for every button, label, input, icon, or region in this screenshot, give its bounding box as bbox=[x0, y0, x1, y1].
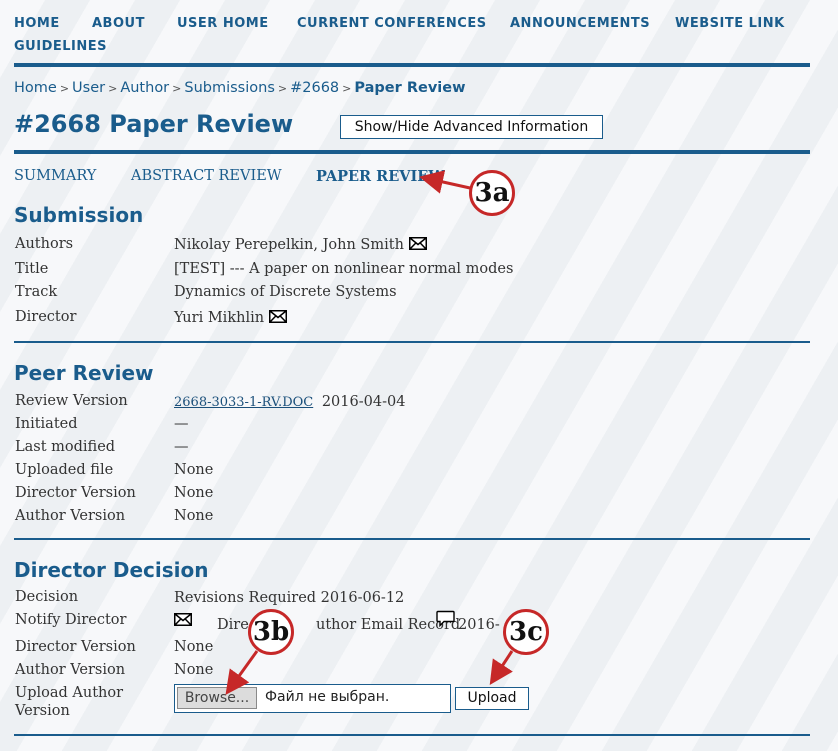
track-value: Dynamics of Discrete Systems bbox=[174, 284, 397, 300]
peer-author-version-value: None bbox=[174, 508, 214, 524]
section-divider bbox=[14, 341, 810, 343]
review-version-file-link[interactable]: 2668-3033-1-RV.DOC bbox=[174, 395, 313, 410]
breadcrumb-submission-id[interactable]: #2668 bbox=[290, 80, 339, 96]
director-value: Yuri Mikhlin bbox=[174, 310, 287, 326]
uploaded-file-value: None bbox=[174, 462, 214, 478]
upload-button[interactable]: Upload bbox=[455, 687, 529, 710]
tab-summary[interactable]: SUMMARY bbox=[14, 168, 96, 184]
director-label: Director bbox=[15, 309, 77, 325]
authors-value: Nikolay Perepelkin, John Smith bbox=[174, 237, 427, 253]
initiated-label: Initiated bbox=[15, 416, 78, 432]
nav-about[interactable]: ABOUT bbox=[92, 16, 145, 31]
initiated-value: — bbox=[174, 416, 189, 432]
notify-director-email-icon[interactable] bbox=[174, 613, 192, 626]
email-authors-icon[interactable] bbox=[408, 237, 427, 250]
file-input[interactable]: Browse... Файл не выбран. bbox=[174, 684, 451, 713]
show-hide-advanced-button[interactable]: Show/Hide Advanced Information bbox=[340, 115, 603, 139]
upload-author-version-label-line2: Version bbox=[15, 703, 70, 719]
upload-author-version-label-line1: Upload Author bbox=[15, 685, 124, 701]
section-divider bbox=[14, 734, 810, 736]
decision-director-version-label: Director Version bbox=[15, 639, 136, 655]
decision-value: Revisions Required 2016-06-12 bbox=[174, 590, 405, 606]
title-value: [TEST] --- A paper on nonlinear normal m… bbox=[174, 261, 514, 277]
browse-button[interactable]: Browse... bbox=[177, 687, 257, 709]
submission-heading: Submission bbox=[14, 203, 144, 227]
section-divider bbox=[14, 538, 810, 540]
email-record-date: 2016- bbox=[458, 617, 500, 633]
nav-guidelines[interactable]: GUIDELINES bbox=[14, 39, 107, 54]
review-version-date: 2016-04-04 bbox=[321, 394, 406, 410]
nav-home[interactable]: HOME bbox=[14, 16, 60, 31]
breadcrumb-user[interactable]: User bbox=[72, 80, 105, 96]
peer-author-version-label: Author Version bbox=[15, 508, 126, 524]
notify-director-label: Notify Director bbox=[15, 612, 127, 628]
comment-icon[interactable] bbox=[436, 610, 455, 627]
callout-3a-badge: 3a bbox=[469, 170, 515, 216]
nav-announcements[interactable]: ANNOUNCEMENTS bbox=[510, 16, 650, 31]
nav-current-conferences[interactable]: CURRENT CONFERENCES bbox=[297, 16, 487, 31]
authors-label: Authors bbox=[15, 236, 74, 252]
title-divider bbox=[14, 150, 810, 154]
decision-director-version-value: None bbox=[174, 639, 214, 655]
director-decision-heading: Director Decision bbox=[14, 558, 209, 582]
decision-label: Decision bbox=[15, 589, 79, 605]
title-label: Title bbox=[15, 261, 49, 277]
last-modified-label: Last modified bbox=[15, 439, 116, 455]
breadcrumb-separator: > bbox=[342, 82, 352, 95]
tab-paper-review[interactable]: PAPER REVIEW bbox=[316, 168, 445, 185]
email-record-text-left: Dire bbox=[217, 617, 249, 633]
no-file-selected-text: Файл не выбран. bbox=[265, 689, 390, 705]
header-divider bbox=[14, 63, 810, 67]
nav-website-link[interactable]: WEBSITE LINK bbox=[675, 16, 785, 31]
breadcrumb-separator: > bbox=[277, 82, 288, 95]
track-label: Track bbox=[15, 284, 58, 300]
nav-user-home[interactable]: USER HOME bbox=[177, 16, 269, 31]
breadcrumb-separator: > bbox=[108, 82, 118, 95]
breadcrumb-home[interactable]: Home bbox=[14, 80, 57, 96]
peer-review-heading: Peer Review bbox=[14, 361, 154, 385]
decision-author-version-value: None bbox=[174, 662, 214, 678]
breadcrumb: Home > User > Author > Submissions > #2668 > Paper… bbox=[14, 80, 465, 96]
email-director-icon[interactable] bbox=[268, 310, 287, 323]
tab-abstract-review[interactable]: ABSTRACT REVIEW bbox=[131, 168, 282, 184]
callout-3b-badge: 3b bbox=[248, 609, 294, 655]
last-modified-value: — bbox=[174, 439, 189, 455]
breadcrumb-current: Paper Review bbox=[354, 80, 466, 96]
review-version-value: 2668-3033-1-RV.DOC 2016-04-04 bbox=[174, 394, 405, 410]
callout-arrow-3c bbox=[489, 650, 514, 686]
callout-3c-badge: 3c bbox=[503, 609, 549, 655]
breadcrumb-author[interactable]: Author bbox=[120, 80, 169, 96]
breadcrumb-submissions[interactable]: Submissions bbox=[184, 80, 275, 96]
page-title: #2668 Paper Review bbox=[14, 110, 294, 138]
peer-director-version-label: Director Version bbox=[15, 485, 136, 501]
uploaded-file-label: Uploaded file bbox=[15, 462, 114, 478]
decision-author-version-label: Author Version bbox=[15, 662, 126, 678]
breadcrumb-separator: > bbox=[172, 82, 182, 95]
review-version-label: Review Version bbox=[15, 393, 128, 409]
director-name: Yuri Mikhlin bbox=[174, 310, 265, 326]
peer-director-version-value: None bbox=[174, 485, 214, 501]
breadcrumb-separator: > bbox=[59, 82, 70, 95]
authors-names: Nikolay Perepelkin, John Smith bbox=[174, 237, 404, 253]
